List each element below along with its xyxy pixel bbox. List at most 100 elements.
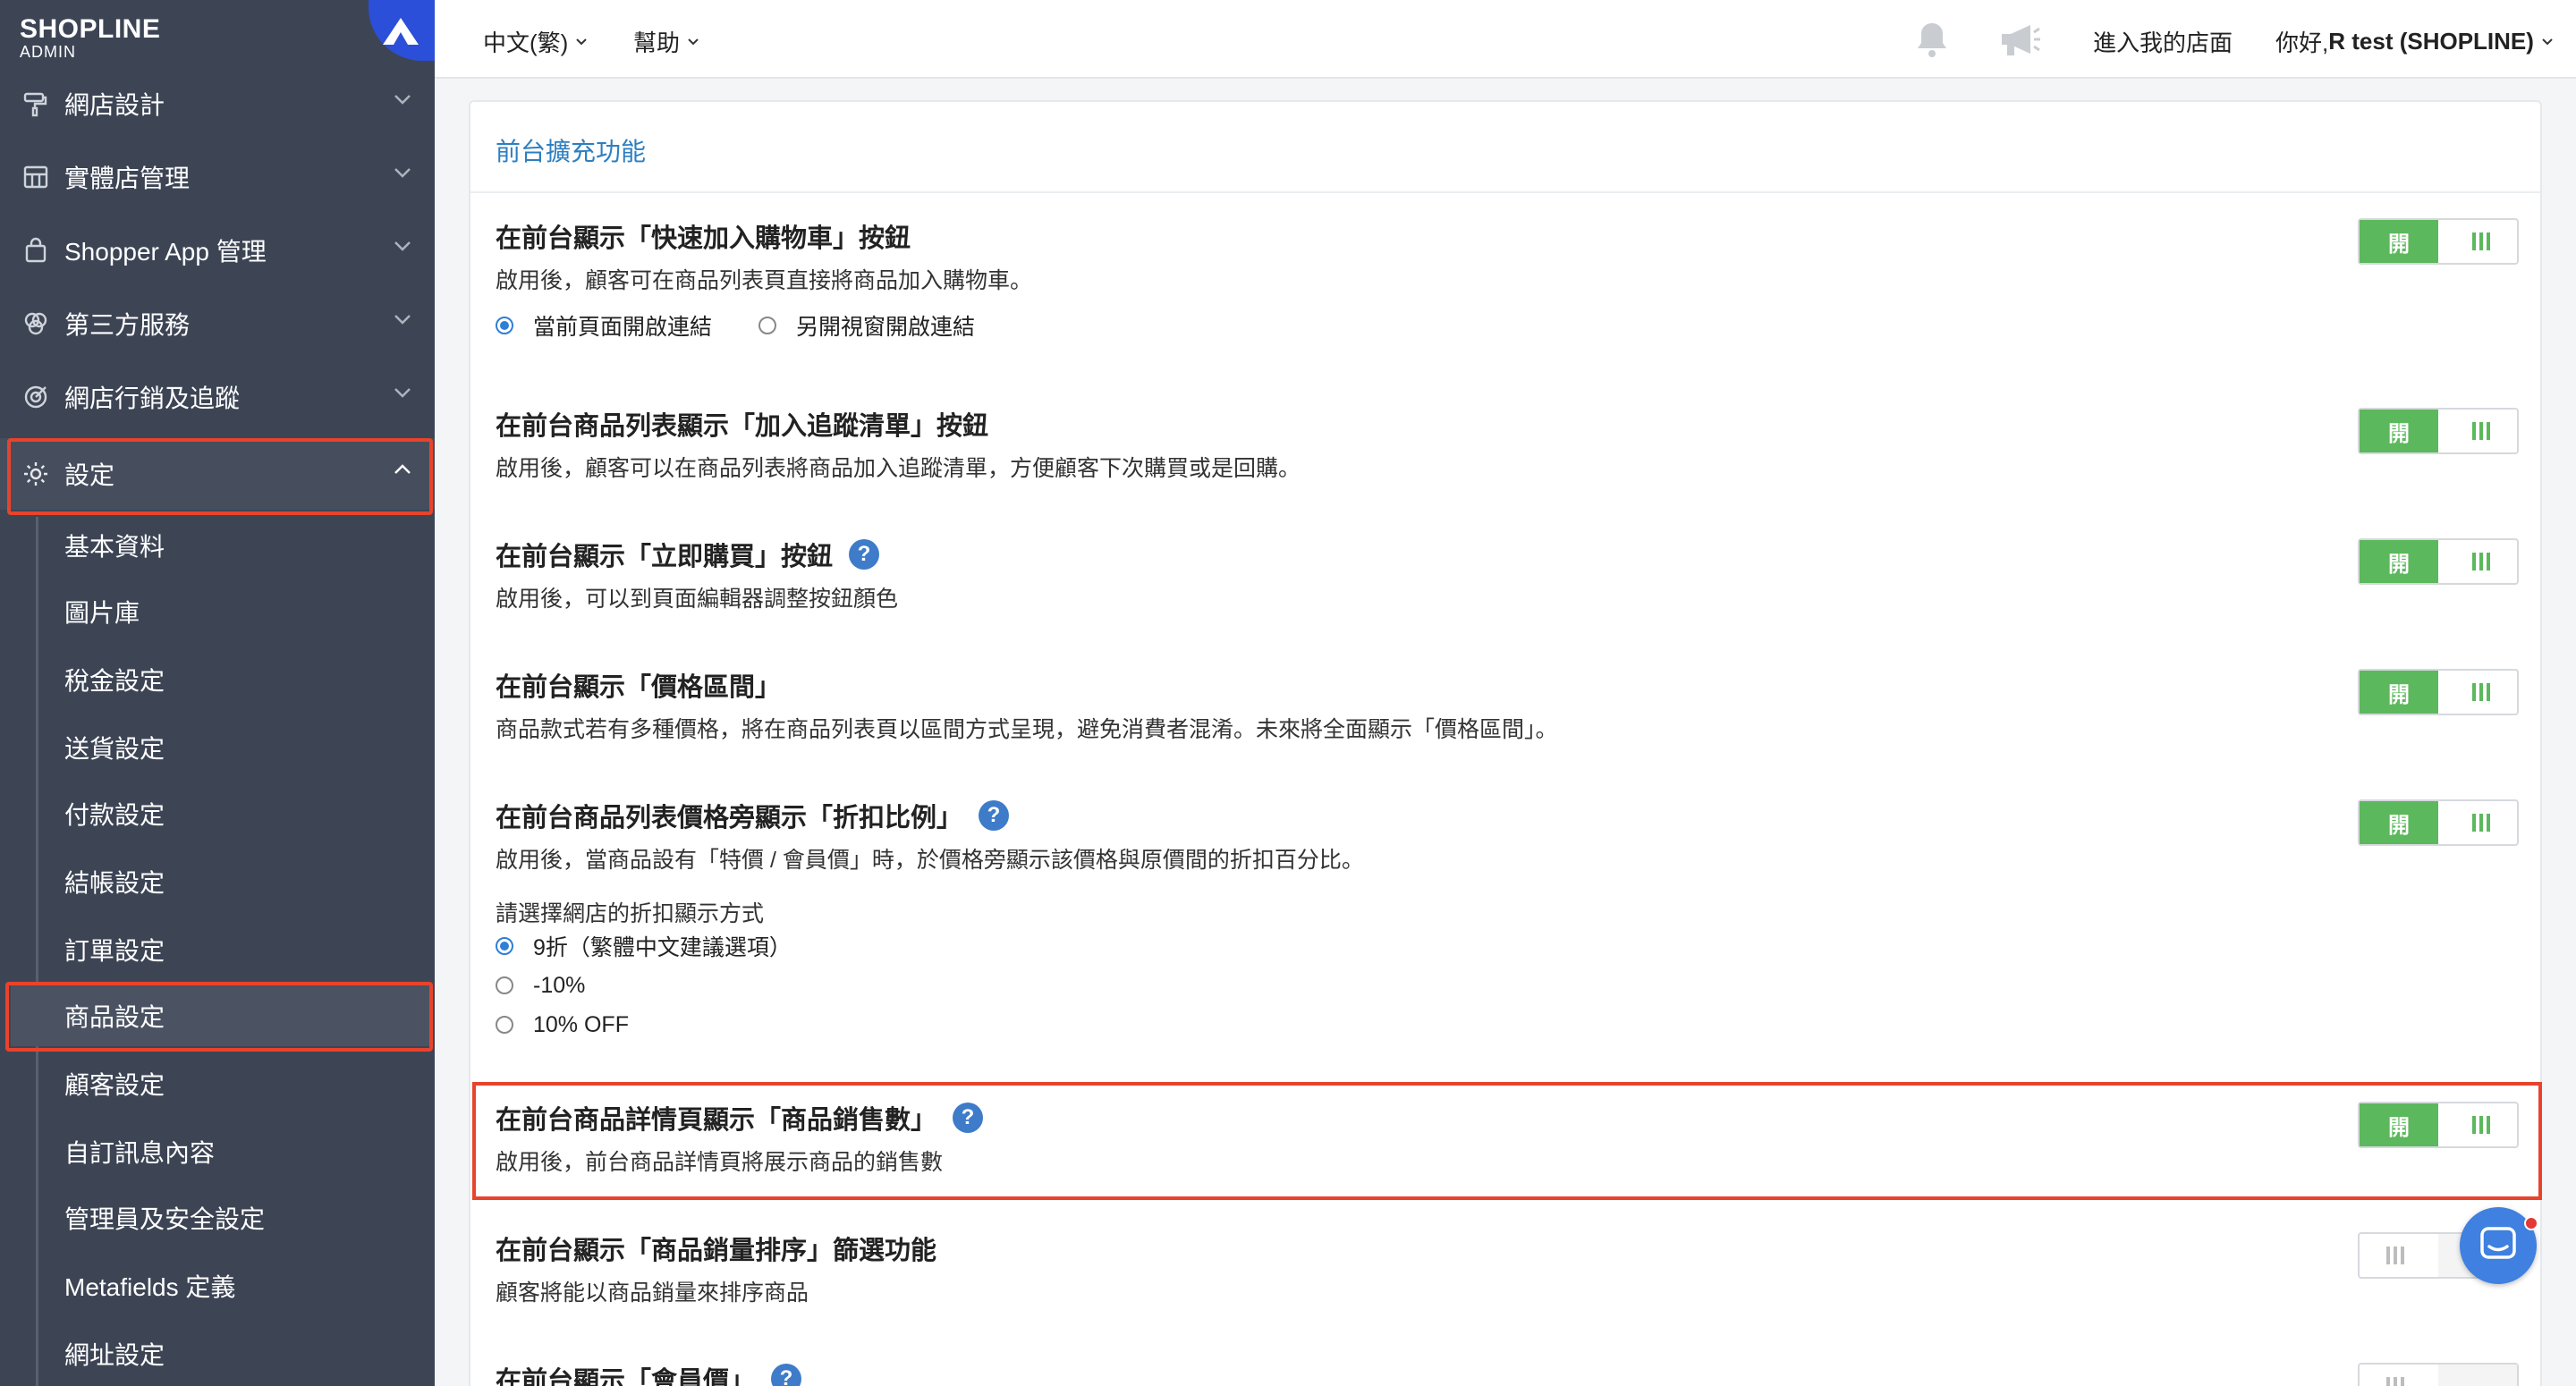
help-icon[interactable]: ? (771, 1364, 802, 1386)
toggle-quick-add-to-cart[interactable]: 開 (2358, 218, 2519, 265)
sidebar-subitem[interactable]: Metafields 定義 (11, 1255, 431, 1316)
sidebar-subitem[interactable]: 稅金設定 (11, 649, 431, 710)
sidebar-subitem-product-settings[interactable]: 商品設定 (11, 985, 431, 1046)
subitem-label: 商品設定 (64, 1003, 165, 1031)
toggle-grip-icon (2472, 553, 2490, 570)
logo[interactable]: SHOPLINE ADMIN (0, 0, 435, 77)
sidebar-subitem[interactable]: 送貨設定 (11, 717, 431, 778)
setting-title-row: 在前台商品列表價格旁顯示「折扣比例」 ? (496, 798, 2519, 833)
user-menu[interactable]: 你好, R test (SHOPLINE) (2275, 25, 2554, 58)
toggle-buy-now-button[interactable]: 開 (2358, 538, 2519, 585)
radio-label: -10% (533, 972, 586, 998)
help-icon[interactable]: ? (849, 539, 880, 570)
radio-discount-format[interactable] (496, 976, 513, 994)
setting-desc: 啟用後，當商品設有「特價 / 會員價」時，於價格旁顯示該價格與原價間的折扣百分比… (496, 848, 1364, 873)
toggle-on-label: 開 (2360, 801, 2438, 844)
setting-buy-now-button: 在前台顯示「立即購買」按鈕 ? 啟用後，可以到頁面編輯器調整按鈕顏色 (496, 537, 2519, 612)
setting-title-row: 在前台顯示「會員價」 ? (496, 1361, 2519, 1386)
subitem-label: 訂單設定 (64, 937, 165, 965)
brand-mark-icon (383, 18, 419, 45)
visit-store-label: 進入我的店面 (2093, 30, 2233, 56)
user-name: R test (SHOPLINE) (2328, 28, 2534, 55)
sidebar-item-settings[interactable]: 設定 (0, 438, 435, 510)
subitem-label: 圖片庫 (64, 599, 140, 627)
sidebar-item-store-design[interactable]: 網店設計 (0, 68, 435, 139)
paint-roller-icon (20, 88, 52, 120)
sidebar-subitem[interactable]: 顧客設定 (11, 1053, 431, 1114)
brand-badge (369, 0, 435, 61)
subitem-label: 結帳設定 (64, 869, 165, 897)
radio-label: 9折（繁體中文建議選項） (533, 935, 792, 960)
help-dropdown[interactable]: 幫助 (633, 25, 699, 58)
setting-wishlist-button: 在前台商品列表顯示「加入追蹤清單」按鈕 啟用後，顧客可以在商品列表將商品加入追蹤… (496, 406, 2519, 481)
toggle-member-price[interactable] (2358, 1363, 2519, 1386)
chevron-down-icon (576, 38, 588, 45)
sidebar-subitem[interactable]: 自訂訊息內容 (11, 1121, 431, 1182)
megaphone-icon[interactable] (1998, 20, 2043, 63)
toggle-grip-icon (2386, 1377, 2404, 1386)
greeting-label: 你好, (2275, 30, 2329, 56)
setting-sales-sort-filter: 在前台顯示「商品銷量排序」篩選功能 顧客將能以商品銷量來排序商品 (496, 1230, 2519, 1306)
sales-count-highlight (472, 1082, 2542, 1200)
setting-title: 在前台顯示「快速加入購物車」按鈕 (496, 224, 911, 253)
sidebar-item-third-party[interactable]: 第三方服務 (0, 288, 435, 359)
toggle-price-range[interactable]: 開 (2358, 669, 2519, 715)
sidebar-subitem[interactable]: 付款設定 (11, 783, 431, 844)
sidebar-item-label: 實體店管理 (64, 165, 191, 192)
setting-desc: 啟用後，顧客可以在商品列表將商品加入追蹤清單，方便顧客下次購買或是回購。 (496, 456, 1301, 481)
setting-title: 在前台顯示「價格區間」 (496, 673, 782, 702)
sidebar-item-retail-store[interactable]: 實體店管理 (0, 141, 435, 213)
toggle-wishlist-button[interactable]: 開 (2358, 408, 2519, 454)
setting-desc: 商品款式若有多種價格，將在商品列表頁以區間方式呈現，避免消費者混淆。未來將全面顯… (496, 717, 1558, 742)
discount-format-option: -10% (496, 966, 2519, 1005)
sidebar-subitem[interactable]: 訂單設定 (11, 919, 431, 980)
chevron-down-icon (394, 241, 411, 251)
sidebar: SHOPLINE ADMIN 網店設計 實體店管理 Shopper App 管理… (0, 0, 435, 1386)
subitem-label: 送貨設定 (64, 735, 165, 763)
radio-discount-format[interactable] (496, 937, 513, 955)
sidebar-subitem[interactable]: 網址設定 (11, 1323, 431, 1384)
help-icon[interactable]: ? (979, 800, 1010, 831)
brand-sub: ADMIN (20, 43, 76, 61)
panel-title: 前台擴充功能 (496, 138, 647, 165)
toggle-on-label: 開 (2360, 410, 2438, 452)
subitem-label: 稅金設定 (64, 667, 165, 695)
radio-label: 10% OFF (533, 1011, 629, 1037)
chevron-up-icon (394, 464, 411, 474)
toggle-on-label: 開 (2360, 220, 2438, 263)
sidebar-item-label: 設定 (64, 461, 115, 489)
chevron-down-icon (688, 38, 699, 45)
visit-store-link[interactable]: 進入我的店面 (2093, 25, 2233, 58)
setting-title: 在前台顯示「商品銷量排序」篩選功能 (496, 1237, 937, 1265)
sidebar-subitem[interactable]: 圖片庫 (11, 581, 431, 642)
toggle-grip-icon (2472, 232, 2490, 250)
bell-icon[interactable] (1912, 20, 1952, 63)
subitem-label: 自訂訊息內容 (64, 1139, 216, 1167)
setting-desc: 顧客將能以商品銷量來排序商品 (496, 1280, 809, 1306)
subitem-label: 網址設定 (64, 1341, 165, 1369)
toggle-grip-icon (2472, 683, 2490, 701)
setting-price-range: 在前台顯示「價格區間」 商品款式若有多種價格，將在商品列表頁以區間方式呈現，避免… (496, 667, 2519, 742)
sidebar-item-marketing[interactable]: 網店行銷及追蹤 (0, 361, 435, 433)
sidebar-subitem[interactable]: 基本資料 (11, 515, 431, 576)
radio-discount-format[interactable] (496, 1016, 513, 1034)
subitem-label: Metafields 定義 (64, 1273, 236, 1301)
setting-title: 在前台商品列表顯示「加入追蹤清單」按鈕 (496, 412, 989, 441)
apps-icon (20, 308, 52, 340)
subitem-label: 付款設定 (64, 801, 165, 829)
sidebar-subitem[interactable]: 管理員及安全設定 (11, 1187, 431, 1248)
radio-new-window[interactable] (758, 317, 777, 334)
radio-label: 另開視窗開啟連結 (796, 315, 976, 340)
language-dropdown[interactable]: 中文(繁) (483, 25, 588, 58)
sidebar-item-shopper-app[interactable]: Shopper App 管理 (0, 215, 435, 286)
toggle-discount-ratio[interactable]: 開 (2358, 799, 2519, 846)
sidebar-subitem[interactable]: 結帳設定 (11, 851, 431, 912)
toggle-grip-icon (2386, 1247, 2404, 1264)
brand-name: SHOPLINE (20, 14, 161, 44)
sidebar-item-label: 網店設計 (64, 91, 165, 119)
target-icon (20, 381, 52, 413)
radio-current-page[interactable] (496, 317, 513, 334)
setting-quick-add-to-cart: 在前台顯示「快速加入購物車」按鈕 啟用後，顧客可在商品列表頁直接將商品加入購物車… (496, 218, 2519, 345)
setting-title: 在前台顯示「會員價」 (496, 1367, 756, 1386)
discount-format-subheading: 請選擇網店的折扣顯示方式 (496, 901, 765, 926)
